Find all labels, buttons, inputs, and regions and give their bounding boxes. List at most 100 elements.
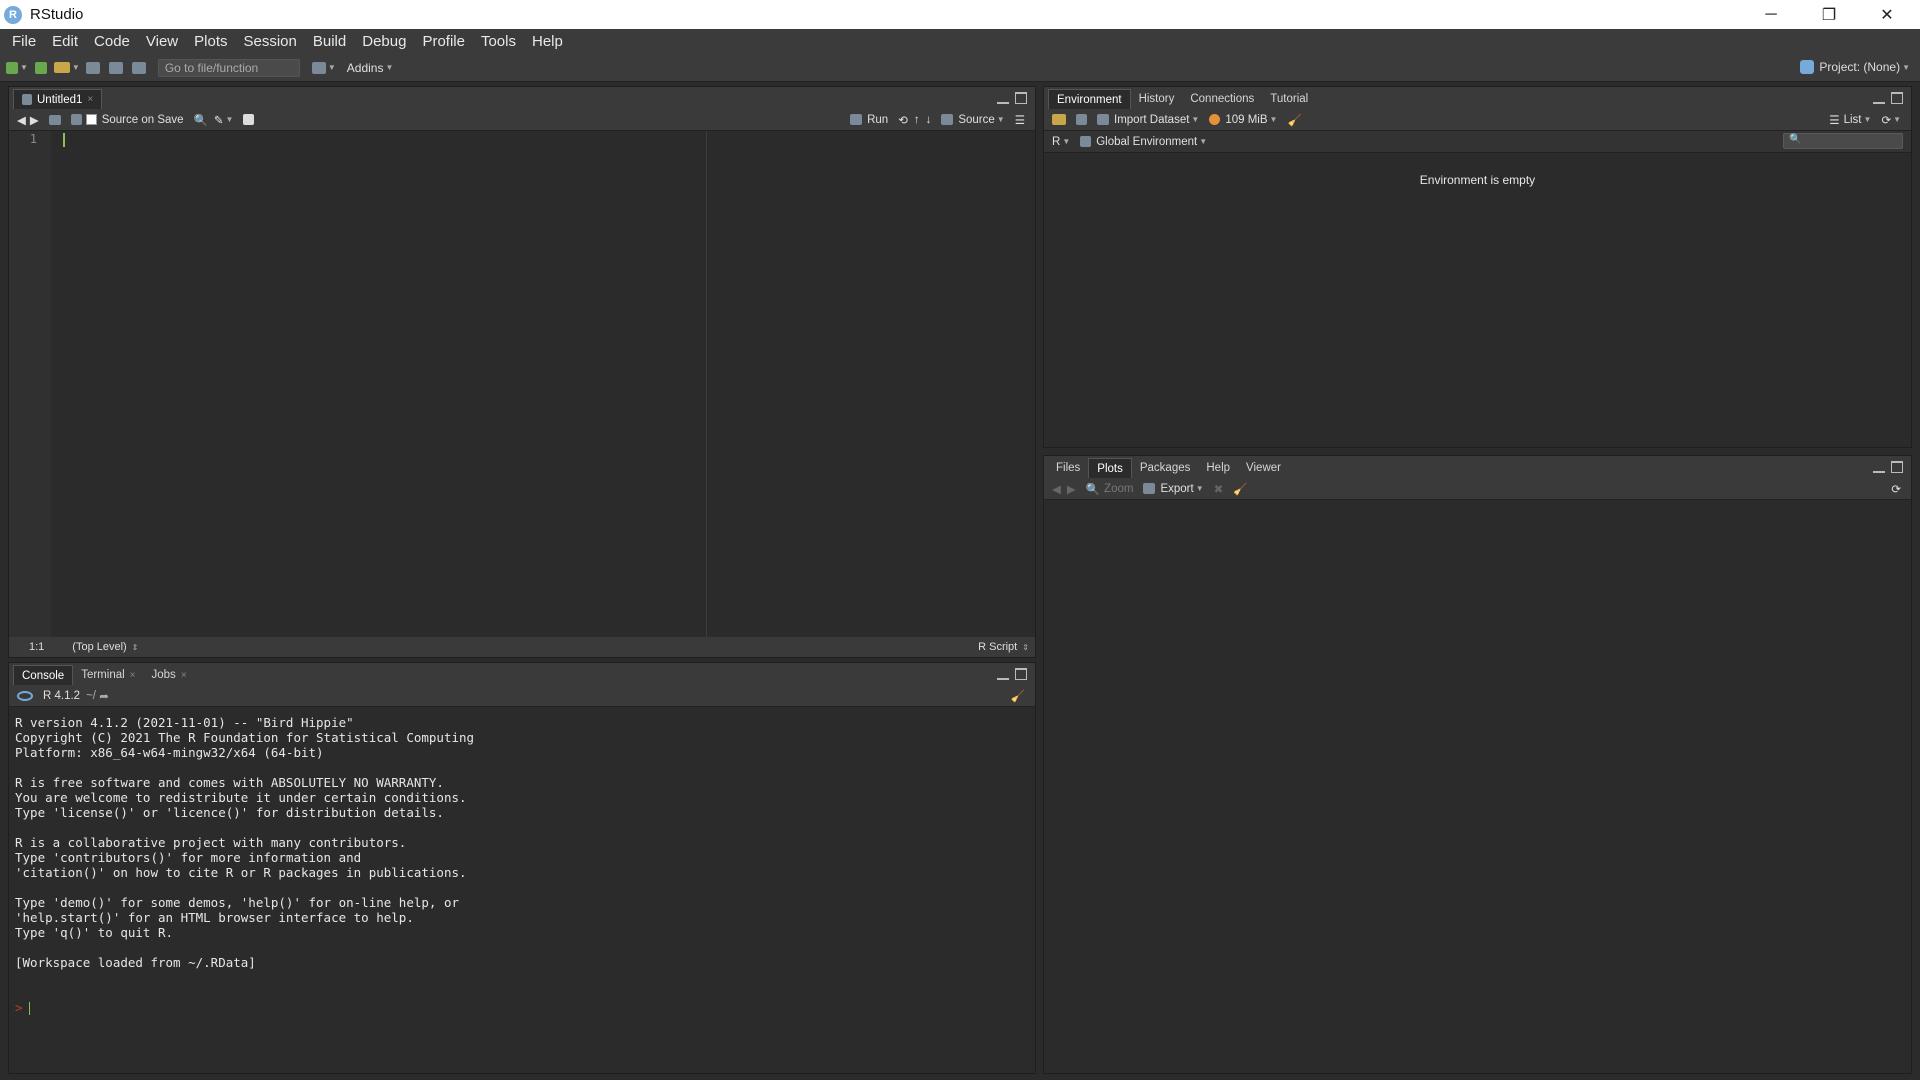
text-cursor [63,133,65,147]
menu-session[interactable]: Session [236,33,305,50]
memory-pie-icon [1209,114,1221,125]
menu-code[interactable]: Code [86,33,138,50]
menu-build[interactable]: Build [305,33,354,50]
addins-button[interactable]: Addins ▼ [347,58,394,78]
tab-console[interactable]: Console [13,665,74,685]
env-search-input[interactable]: 🔍 [1783,133,1903,149]
workspace-panes-button[interactable]: ▼ [311,58,336,78]
tab-viewer[interactable]: Viewer [1238,458,1289,478]
close-terminal-icon[interactable]: × [130,670,136,681]
search-icon: 🔍 [1789,134,1802,145]
tab-tutorial[interactable]: Tutorial [1262,89,1316,109]
tab-jobs[interactable]: Jobs × [144,665,195,685]
plot-viewer-area[interactable] [1044,500,1911,1073]
tab-terminal[interactable]: Terminal × [73,665,143,685]
minimize-button[interactable]: ─ [1742,0,1800,29]
export-label: Export [1160,482,1194,495]
zoom-label: Zoom [1104,482,1134,495]
clear-plots-broom-icon[interactable]: 🧹 [1233,482,1247,496]
zoom-button[interactable]: 🔍 Zoom [1086,482,1134,496]
menu-tools[interactable]: Tools [473,33,524,50]
go-down-icon[interactable]: ↓ [926,114,932,126]
rerun-icon[interactable]: ⟲ [898,113,908,127]
console-tabstrip: Console Terminal × Jobs × [9,663,1035,685]
refresh-env-icon[interactable]: ⟳ ▼ [1881,113,1901,127]
tab-untitled1[interactable]: Untitled1 × [13,89,103,109]
rstudio-logo-icon: R [4,5,22,24]
go-to-file-input[interactable]: Go to file/function [157,58,300,77]
code-tools-wand-icon[interactable]: ✎ ▼ [214,113,234,127]
tab-environment[interactable]: Environment [1048,89,1131,109]
show-in-window-icon[interactable] [48,114,61,125]
menu-edit[interactable]: Edit [44,33,86,50]
close-jobs-icon[interactable]: × [181,670,187,681]
minimize-pane-icon[interactable] [1873,92,1885,104]
menu-view[interactable]: View [138,33,186,50]
view-mode-list-button[interactable]: ☰ List ▼ [1829,113,1871,127]
tab-help[interactable]: Help [1198,458,1238,478]
new-project-button[interactable] [31,58,51,78]
maximize-pane-icon[interactable] [1891,92,1903,104]
run-button[interactable]: Run [850,114,888,126]
print-icon [131,61,146,74]
menu-plots[interactable]: Plots [186,33,235,50]
global-environment-selector[interactable]: Global Environment ▼ [1080,136,1207,148]
clear-objects-broom-icon[interactable]: 🧹 [1287,113,1301,127]
tab-plots[interactable]: Plots [1088,458,1132,478]
memory-usage-button[interactable]: 109 MiB ▼ [1209,114,1277,126]
export-button[interactable]: Export ▼ [1143,482,1204,495]
tab-connections[interactable]: Connections [1182,89,1262,109]
open-file-button[interactable]: ▼ [53,58,80,78]
document-outline-icon[interactable]: ☰ [1015,113,1025,127]
menu-debug[interactable]: Debug [354,33,414,50]
plots-toolbar: ◀ ▶ 🔍 Zoom Export ▼ ✖ 🧹 ⟳ [1044,478,1911,500]
forward-arrow-icon[interactable]: ▶ [30,113,39,127]
minimize-pane-icon[interactable] [997,92,1009,104]
folder-icon [53,62,70,73]
save-all-button[interactable] [106,58,126,78]
restore-button[interactable]: ❐ [1800,0,1858,29]
window-title: RStudio [30,6,84,23]
next-plot-icon[interactable]: ▶ [1067,482,1076,496]
go-up-icon[interactable]: ↑ [914,114,920,126]
import-dataset-button[interactable]: Import Dataset ▼ [1097,114,1199,126]
save-button[interactable] [83,58,103,78]
language-selector[interactable]: R ▼ [1052,136,1070,148]
previous-plot-icon[interactable]: ◀ [1052,482,1061,496]
minimize-pane-icon[interactable] [997,668,1009,680]
tab-packages[interactable]: Packages [1132,458,1199,478]
refresh-plot-icon[interactable]: ⟳ [1891,482,1901,496]
remove-plot-icon[interactable]: ✖ [1214,482,1224,496]
source-on-save-checkbox[interactable]: Source on Save [85,114,184,126]
save-workspace-icon[interactable] [1076,114,1087,125]
maximize-pane-icon[interactable] [1015,92,1027,104]
filetype-selector[interactable]: R Script ⇕ [978,641,1029,653]
print-button[interactable] [129,58,149,78]
save-editor-icon[interactable] [70,114,82,125]
scope-selector[interactable]: (Top Level) ⇕ [72,641,138,653]
clear-console-icon[interactable]: 🧹 [1011,689,1025,703]
environment-pane: Environment History Connections Tutorial… [1043,86,1912,448]
compile-report-icon[interactable] [243,114,255,125]
minimize-pane-icon[interactable] [1873,461,1885,473]
find-replace-icon[interactable]: 🔍 [194,113,208,127]
r-logo-icon [17,690,33,701]
working-directory[interactable]: ~/ ➦ [86,689,109,703]
close-tab-icon[interactable]: × [87,94,93,105]
r-version-label: R 4.1.2 [43,689,81,702]
code-editor[interactable] [51,131,1035,637]
menu-profile[interactable]: Profile [414,33,473,50]
back-arrow-icon[interactable]: ◀ [17,113,26,127]
source-button[interactable]: Source ▼ [941,114,1005,126]
maximize-pane-icon[interactable] [1891,461,1903,473]
console-output[interactable]: R version 4.1.2 (2021-11-01) -- "Bird Hi… [9,707,1035,1073]
menu-file[interactable]: File [4,33,44,50]
load-workspace-icon[interactable] [1052,114,1066,125]
close-window-button[interactable]: ✕ [1858,0,1916,29]
new-file-button[interactable]: ▼ [6,58,28,78]
maximize-pane-icon[interactable] [1015,668,1027,680]
menu-help[interactable]: Help [524,33,571,50]
tab-history[interactable]: History [1131,89,1183,109]
project-menu[interactable]: Project: (None) ▼ [1800,60,1910,74]
tab-files[interactable]: Files [1048,458,1088,478]
